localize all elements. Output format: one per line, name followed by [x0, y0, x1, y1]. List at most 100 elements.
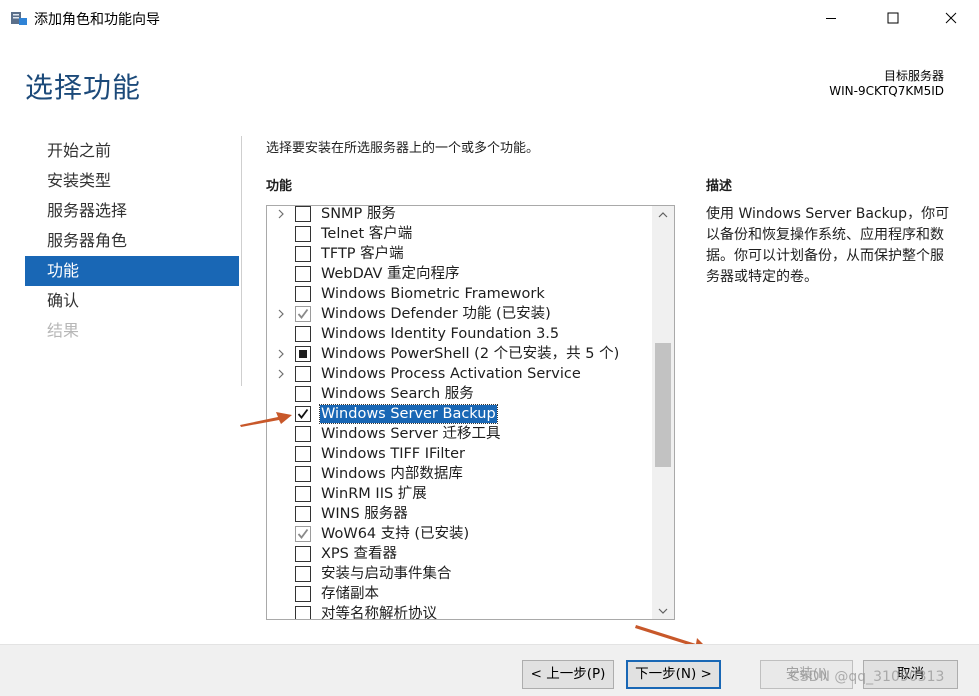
- feature-checkbox[interactable]: [295, 486, 311, 502]
- target-server-name: WIN-9CKTQ7KM5ID: [829, 84, 944, 98]
- target-server-label: 目标服务器: [883, 69, 944, 83]
- annotation-arrow-icon: [240, 412, 292, 427]
- feature-checkbox[interactable]: [295, 446, 311, 462]
- feature-row[interactable]: Windows TIFF IFilter: [267, 444, 651, 464]
- nav-item-installation-type[interactable]: 安装类型: [25, 166, 239, 196]
- feature-checkbox[interactable]: [295, 246, 311, 262]
- feature-label[interactable]: Windows Server Backup: [319, 404, 498, 424]
- feature-checkbox[interactable]: [295, 406, 311, 422]
- checkmark-icon: [297, 308, 309, 319]
- server-manager-icon: [10, 10, 28, 26]
- checkmark-icon: [297, 528, 309, 539]
- feature-row[interactable]: Windows Identity Foundation 3.5: [267, 324, 651, 344]
- feature-label[interactable]: WinRM IIS 扩展: [320, 485, 428, 503]
- feature-label[interactable]: SNMP 服务: [320, 206, 397, 223]
- feature-checkbox[interactable]: [295, 286, 311, 302]
- feature-checkbox: [295, 526, 311, 542]
- feature-checkbox: [295, 306, 311, 322]
- feature-row[interactable]: Telnet 客户端: [267, 224, 651, 244]
- feature-checkbox[interactable]: [295, 346, 311, 362]
- vertical-scrollbar[interactable]: [652, 206, 674, 619]
- feature-row[interactable]: TFTP 客户端: [267, 244, 651, 264]
- page-title: 选择功能: [25, 71, 142, 104]
- nav-item-server-roles[interactable]: 服务器角色: [25, 226, 239, 256]
- minimize-icon[interactable]: [808, 0, 854, 36]
- partial-check-icon: [299, 350, 307, 358]
- feature-checkbox[interactable]: [295, 466, 311, 482]
- feature-checkbox[interactable]: [295, 566, 311, 582]
- description-heading: 描述: [706, 179, 733, 194]
- feature-label[interactable]: Telnet 客户端: [320, 225, 413, 243]
- previous-button[interactable]: < 上一步(P): [522, 660, 614, 689]
- scroll-up-icon[interactable]: [652, 206, 674, 223]
- nav-item-features[interactable]: 功能: [25, 256, 239, 286]
- feature-row[interactable]: SNMP 服务: [267, 206, 651, 224]
- feature-label[interactable]: Windows Search 服务: [320, 385, 475, 403]
- features-tree-list[interactable]: SNMP 服务 Telnet 客户端 TFTP 客户端 WebDAV 重定向程序 Win…: [266, 205, 675, 620]
- feature-row[interactable]: XPS 查看器: [267, 544, 651, 564]
- title-bar: 添加角色和功能向导: [0, 0, 979, 36]
- feature-label[interactable]: WebDAV 重定向程序: [320, 265, 461, 283]
- feature-checkbox[interactable]: [295, 206, 311, 222]
- feature-label[interactable]: Windows 内部数据库: [320, 465, 464, 483]
- checkmark-icon: [297, 408, 309, 419]
- feature-label[interactable]: 安装与启动事件集合: [320, 565, 453, 583]
- nav-divider: [241, 136, 242, 386]
- close-icon[interactable]: [928, 0, 974, 36]
- feature-checkbox[interactable]: [295, 586, 311, 602]
- feature-checkbox[interactable]: [295, 426, 311, 442]
- feature-row[interactable]: Windows PowerShell (2 个已安装，共 5 个): [267, 344, 651, 364]
- feature-checkbox[interactable]: [295, 606, 311, 619]
- feature-label[interactable]: Windows TIFF IFilter: [320, 445, 466, 463]
- feature-row[interactable]: Windows Search 服务: [267, 384, 651, 404]
- feature-row[interactable]: Windows Server 迁移工具: [267, 424, 651, 444]
- watermark: CSDN @qq_31090313: [790, 669, 945, 685]
- feature-checkbox[interactable]: [295, 506, 311, 522]
- feature-checkbox[interactable]: [295, 546, 311, 562]
- scroll-down-icon[interactable]: [652, 602, 674, 619]
- feature-row[interactable]: WoW64 支持 (已安装): [267, 524, 651, 544]
- expand-chevron-icon[interactable]: [277, 207, 285, 221]
- next-button[interactable]: 下一步(N) >: [626, 660, 721, 689]
- nav-item-before-you-begin[interactable]: 开始之前: [25, 136, 239, 166]
- feature-row[interactable]: Windows Biometric Framework: [267, 284, 651, 304]
- features-tree-items: SNMP 服务 Telnet 客户端 TFTP 客户端 WebDAV 重定向程序 Win…: [267, 206, 651, 619]
- expand-chevron-icon[interactable]: [277, 367, 285, 381]
- feature-label[interactable]: XPS 查看器: [320, 545, 398, 563]
- feature-label[interactable]: Windows Process Activation Service: [320, 365, 582, 383]
- feature-label[interactable]: Windows Identity Foundation 3.5: [320, 325, 560, 343]
- feature-checkbox[interactable]: [295, 386, 311, 402]
- nav-item-results: 结果: [47, 321, 80, 340]
- feature-checkbox[interactable]: [295, 326, 311, 342]
- feature-checkbox[interactable]: [295, 366, 311, 382]
- feature-row[interactable]: WebDAV 重定向程序: [267, 264, 651, 284]
- feature-row[interactable]: Windows 内部数据库: [267, 464, 651, 484]
- feature-label[interactable]: TFTP 客户端: [320, 245, 405, 263]
- scrollbar-thumb[interactable]: [655, 343, 671, 467]
- maximize-icon[interactable]: [870, 0, 916, 36]
- feature-row[interactable]: 对等名称解析协议: [267, 604, 651, 619]
- feature-label[interactable]: Windows Biometric Framework: [320, 285, 546, 303]
- feature-label[interactable]: WINS 服务器: [320, 505, 409, 523]
- features-heading: 功能: [266, 179, 293, 194]
- feature-row[interactable]: 安装与启动事件集合: [267, 564, 651, 584]
- nav-item-server-selection[interactable]: 服务器选择: [25, 196, 239, 226]
- feature-row[interactable]: Windows Process Activation Service: [267, 364, 651, 384]
- feature-label[interactable]: Windows Defender 功能 (已安装): [320, 305, 552, 323]
- feature-row[interactable]: Windows Defender 功能 (已安装): [267, 304, 651, 324]
- feature-checkbox[interactable]: [295, 226, 311, 242]
- feature-label[interactable]: 存储副本: [320, 585, 380, 603]
- feature-row[interactable]: 存储副本: [267, 584, 651, 604]
- feature-label[interactable]: Windows PowerShell (2 个已安装，共 5 个): [320, 345, 620, 363]
- expand-chevron-icon[interactable]: [277, 347, 285, 361]
- feature-row[interactable]: WINS 服务器: [267, 504, 651, 524]
- feature-label[interactable]: Windows Server 迁移工具: [320, 425, 502, 443]
- feature-label[interactable]: 对等名称解析协议: [320, 605, 438, 619]
- feature-label[interactable]: WoW64 支持 (已安装): [320, 525, 470, 543]
- feature-row[interactable]: Windows Server Backup: [267, 404, 651, 424]
- instruction-text: 选择要安装在所选服务器上的一个或多个功能。: [266, 141, 540, 156]
- feature-checkbox[interactable]: [295, 266, 311, 282]
- nav-item-confirmation[interactable]: 确认: [25, 286, 239, 316]
- feature-row[interactable]: WinRM IIS 扩展: [267, 484, 651, 504]
- expand-chevron-icon[interactable]: [277, 307, 285, 321]
